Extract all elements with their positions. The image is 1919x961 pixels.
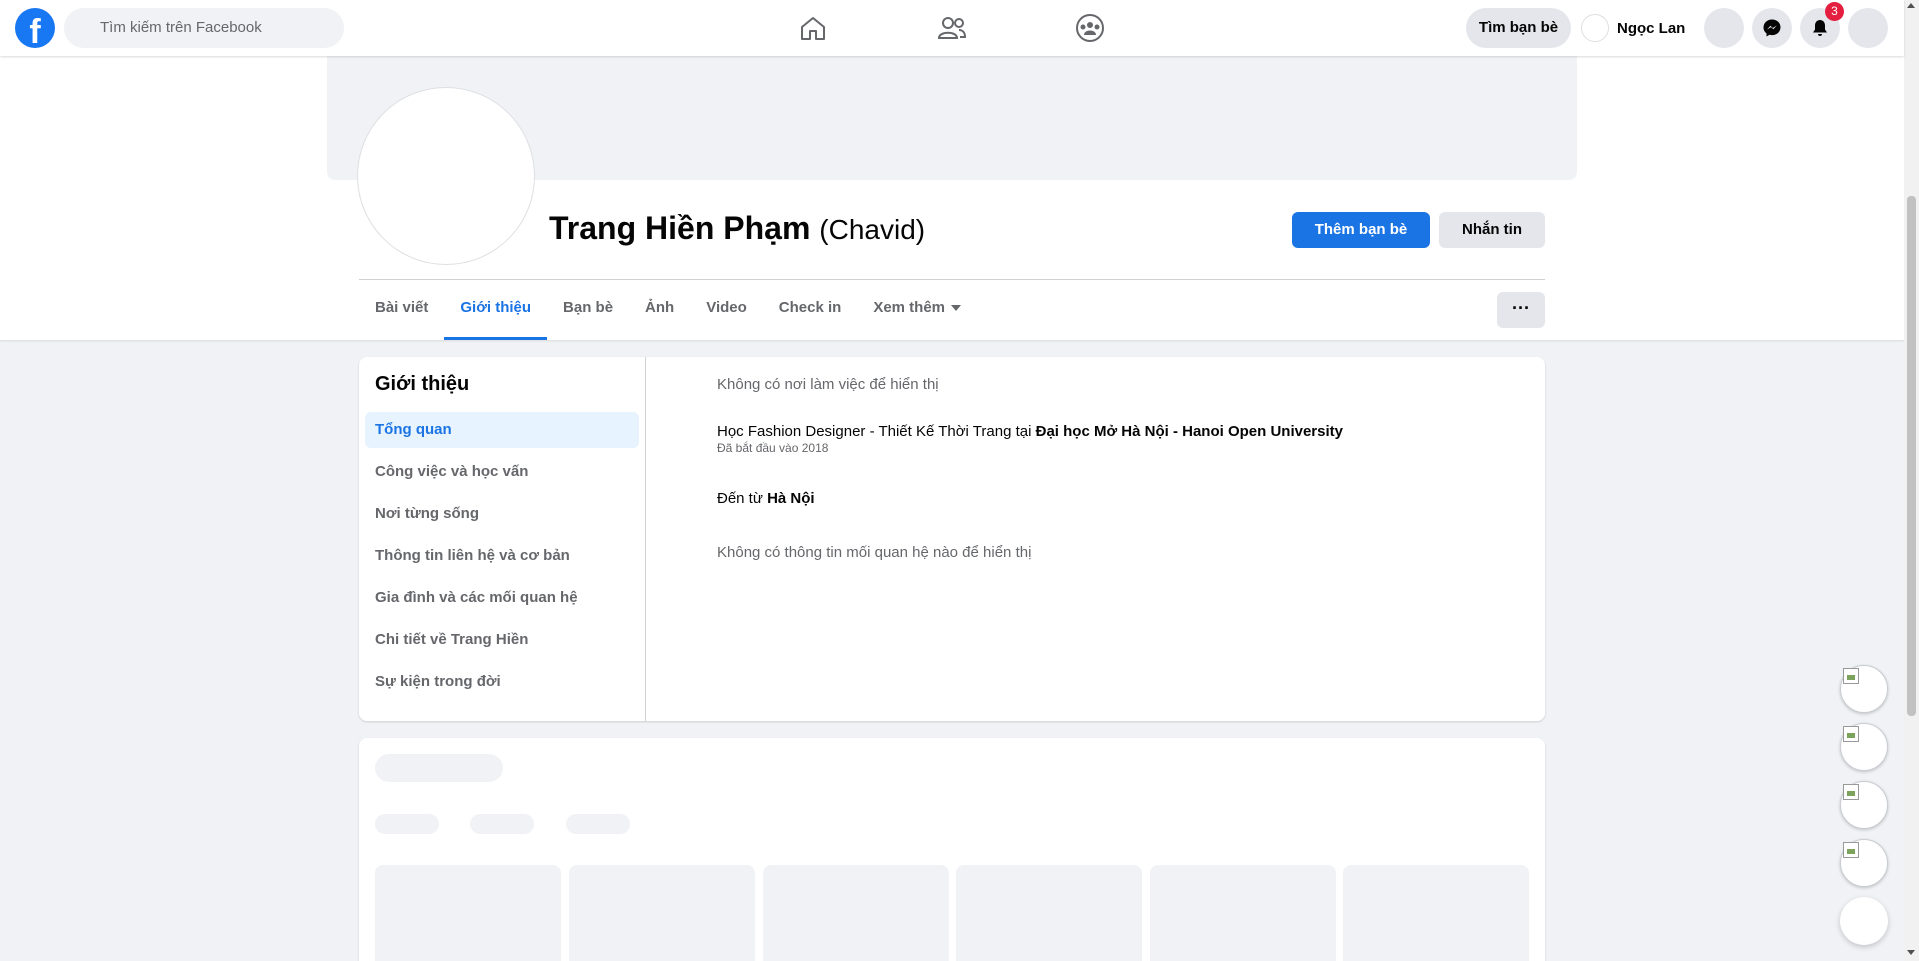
chat-head[interactable] [1840,839,1888,887]
loading-placeholder-card [359,738,1545,961]
about-menu-work-education[interactable]: Công việc và học vấn [365,454,639,490]
broken-image-icon [1843,726,1859,742]
about-menu-details[interactable]: Chi tiết về Trang Hiền [365,622,639,658]
profile-tabs: Bài viết Giới thiệu Bạn bè Ảnh Video Che… [359,280,977,340]
hometown-link[interactable]: Hà Nội [767,490,815,507]
message-button[interactable]: Nhắn tin [1439,212,1545,248]
home-icon[interactable] [795,10,831,46]
search-input[interactable]: Tìm kiếm trên Facebook [64,8,344,48]
skeleton-tile [375,865,561,961]
chat-head[interactable] [1840,781,1888,829]
tab-photos[interactable]: Ảnh [629,280,690,340]
scroll-up-icon[interactable] [1907,3,1915,8]
page-scrollbar[interactable] [1904,0,1919,961]
broken-image-icon [1843,668,1859,684]
tab-about[interactable]: Giới thiệu [444,280,547,340]
scroll-down-icon[interactable] [1907,950,1915,955]
tab-more[interactable]: Xem thêm [857,280,977,340]
scroll-thumb[interactable] [1907,196,1916,716]
tab-friends[interactable]: Bạn bè [547,280,629,340]
broken-image-icon [1843,842,1859,858]
profile-header: Trang Hiền Phạm (Chavid) Thêm bạn bè Nhắ… [0,56,1904,340]
about-menu: Tổng quan Công việc và học vấn Nơi từng … [365,412,639,706]
skeleton-title [375,754,503,782]
find-friends-button[interactable]: Tìm bạn bè [1466,8,1571,48]
tab-posts[interactable]: Bài viết [359,280,444,340]
profile-picture[interactable] [358,88,534,264]
tab-videos[interactable]: Video [690,280,763,340]
about-menu-life-events[interactable]: Sự kiện trong đời [365,664,639,700]
skeleton-tab [566,814,630,834]
hometown-prefix: Đến từ [717,490,768,507]
about-menu-overview[interactable]: Tổng quan [365,412,639,448]
notification-badge: 3 [1825,2,1844,21]
skeleton-tile [1150,865,1336,961]
skeleton-tab [470,814,534,834]
profile-name: Trang Hiền Phạm (Chavid) [549,210,925,247]
top-navigation-bar: f Tìm kiếm trên Facebook Tìm bạn bè Ngọc… [0,0,1904,56]
user-profile-chip[interactable]: Ngọc Lan [1581,13,1685,43]
new-message-button[interactable] [1840,897,1888,945]
more-options-button[interactable]: ··· [1497,292,1545,328]
tab-more-label: Xem thêm [873,299,946,316]
education-school-link[interactable]: Đại học Mở Hà Nội - Hanoi Open Universit… [1036,423,1343,440]
about-menu-contact-basic-info[interactable]: Thông tin liên hệ và cơ bản [365,538,639,574]
about-menu-places-lived[interactable]: Nơi từng sống [365,496,639,532]
skeleton-tile [1343,865,1529,961]
friends-icon[interactable] [934,10,970,46]
skeleton-tile [956,865,1142,961]
facebook-logo-icon[interactable]: f [15,8,55,48]
no-work-text: Không có nơi làm việc để hiển thị [717,376,939,393]
chat-head[interactable] [1840,665,1888,713]
skeleton-tile [569,865,755,961]
profile-full-name: Trang Hiền Phạm [549,210,811,246]
hometown-line: Đến từ Hà Nội [717,490,815,507]
about-title: Giới thiệu [375,373,470,395]
menu-button[interactable] [1704,8,1744,48]
profile-alternate-name: (Chavid) [819,214,926,245]
about-menu-family-relationships[interactable]: Gia đình và các mối quan hệ [365,580,639,616]
account-button[interactable] [1848,8,1888,48]
user-name: Ngọc Lan [1617,19,1686,37]
groups-icon[interactable] [1072,10,1108,46]
about-card: Giới thiệu Tổng quan Công việc và học vấ… [359,357,1545,721]
tab-check-ins[interactable]: Check in [763,280,858,340]
add-friend-button[interactable]: Thêm bạn bè [1292,212,1430,248]
education-prefix: Học Fashion Designer - Thiết Kế Thời Tra… [717,423,1036,440]
bell-icon [1813,20,1827,36]
about-sidebar: Giới thiệu Tổng quan Công việc và học vấ… [359,357,646,721]
education-start-date: Đã bắt đầu vào 2018 [717,441,829,455]
caret-down-icon [951,305,962,312]
chat-head[interactable] [1840,723,1888,771]
broken-image-icon [1843,784,1859,800]
skeleton-tab [375,814,439,834]
notifications-button[interactable]: 3 [1800,2,1844,48]
no-relationship-text: Không có thông tin mối quan hệ nào để hi… [717,544,1032,561]
avatar [1581,14,1609,42]
messenger-icon [1763,19,1781,37]
skeleton-tile [763,865,949,961]
messenger-button[interactable] [1752,8,1792,48]
education-line: Học Fashion Designer - Thiết Kế Thời Tra… [717,423,1343,440]
